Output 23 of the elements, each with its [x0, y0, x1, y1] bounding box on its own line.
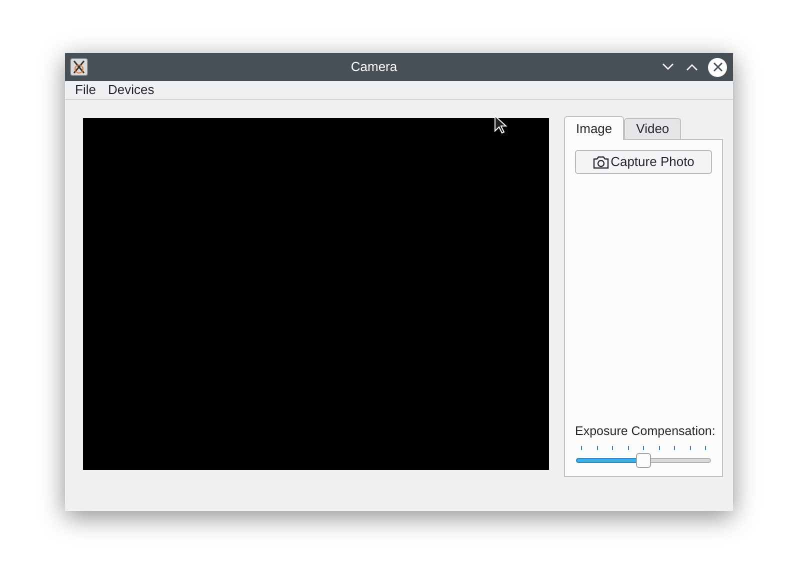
tick-mark	[612, 446, 613, 450]
tab[interactable]: Video	[624, 118, 682, 139]
exposure-label: Exposure Compensation:	[575, 423, 712, 440]
tick-mark	[674, 446, 675, 450]
close-icon	[712, 62, 722, 72]
slider-handle[interactable]	[636, 453, 650, 468]
tick-mark	[658, 446, 660, 450]
chevron-down-icon	[662, 63, 674, 71]
tick-mark	[581, 446, 582, 450]
capture-photo-button[interactable]: Capture Photo	[575, 150, 712, 174]
tick-mark	[596, 446, 598, 450]
chevron-up-icon	[686, 63, 698, 71]
cursor-icon	[494, 115, 508, 135]
camera-icon	[592, 156, 609, 168]
app-icon	[70, 58, 88, 76]
close-button[interactable]	[708, 58, 727, 76]
tab[interactable]: Image	[564, 116, 624, 140]
window-title: Camera	[350, 58, 398, 76]
menu-item[interactable]: Devices	[102, 80, 160, 100]
menu-item[interactable]: File	[69, 80, 102, 100]
tick-mark	[705, 446, 706, 450]
tick-mark	[643, 446, 644, 450]
exposure-slider[interactable]	[575, 452, 712, 468]
